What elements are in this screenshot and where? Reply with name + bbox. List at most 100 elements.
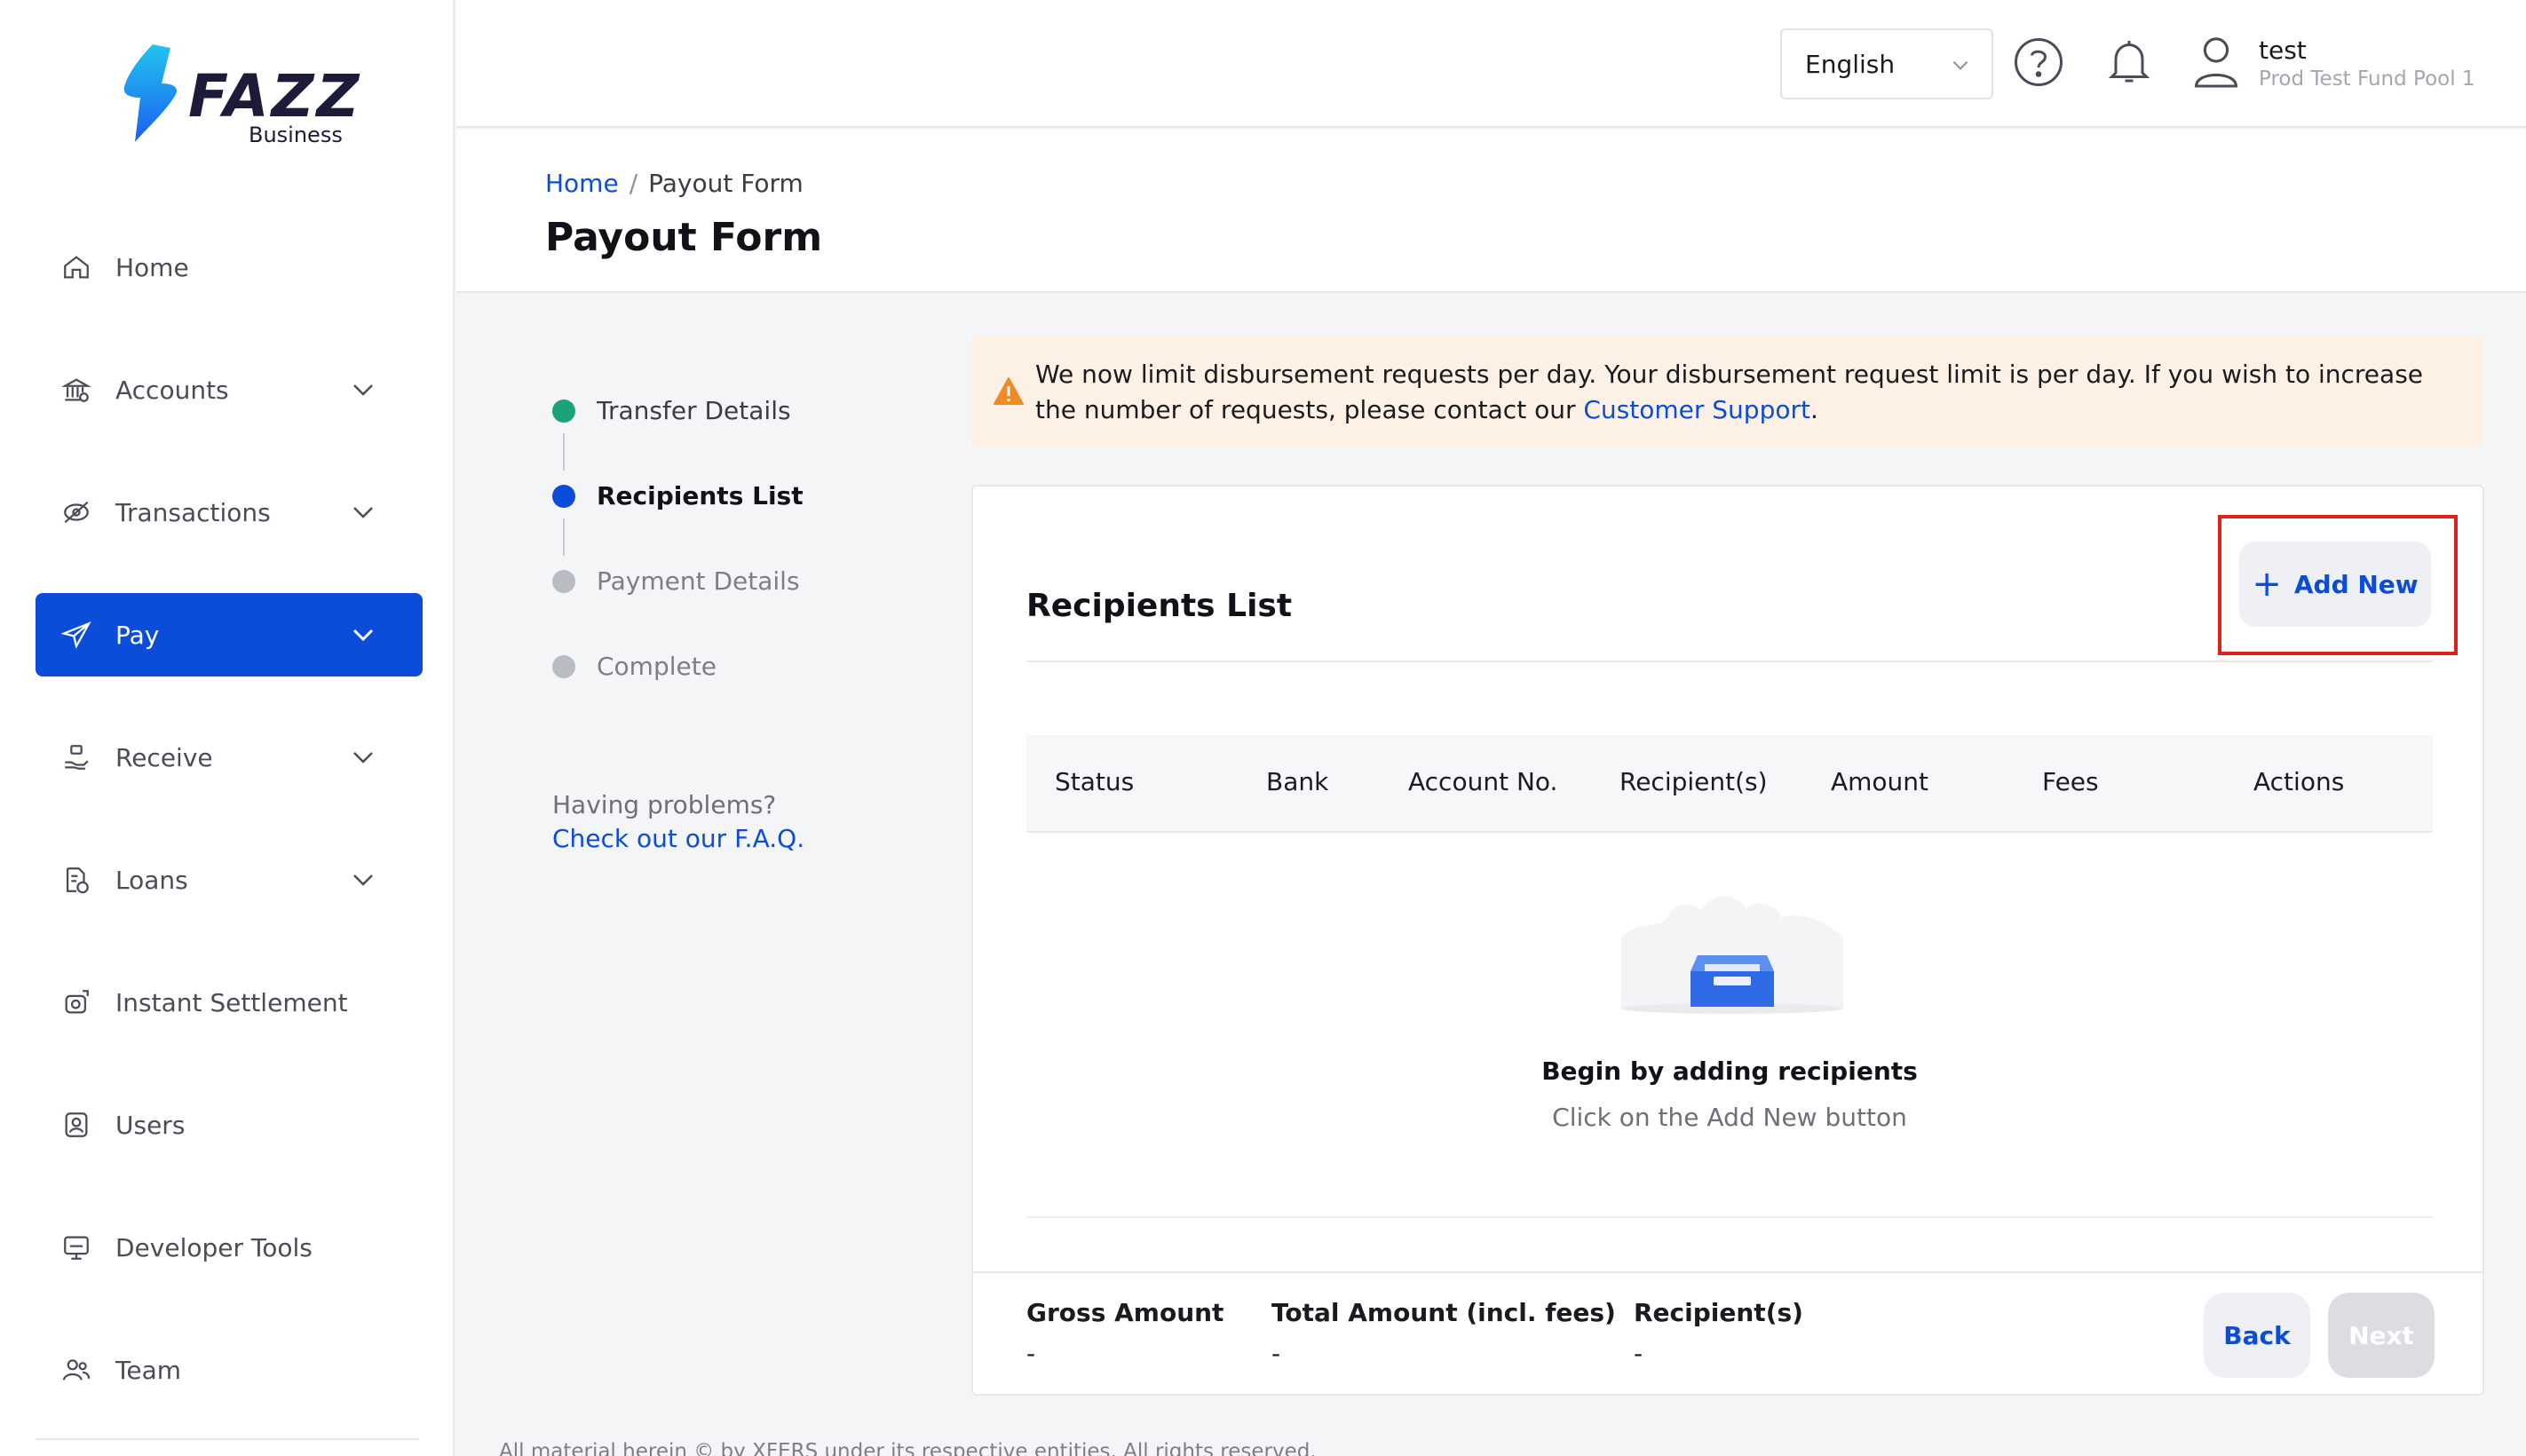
total-amount-label: Total Amount (incl. fees): [1271, 1298, 1616, 1327]
empty-box-illustration: [1621, 896, 1843, 1014]
sidebar-item-home[interactable]: Home: [36, 226, 423, 309]
fazz-logo[interactable]: FAZZ Business: [119, 43, 359, 149]
sidebar-item-instant-settlement[interactable]: Instant Settlement: [36, 961, 423, 1044]
breadcrumb: Home / Payout Form: [545, 169, 804, 198]
faq-link[interactable]: Check out our F.A.Q.: [552, 824, 804, 853]
summary-divider: [973, 1271, 2482, 1273]
gross-amount-label: Gross Amount: [1026, 1298, 1224, 1327]
gross-amount-value: -: [1026, 1339, 1036, 1368]
empty-state-subtitle: Click on the Add New button: [1552, 1103, 1907, 1132]
step-payment-details: Payment Details: [552, 566, 800, 596]
sidebar-item-label: Loans: [115, 865, 188, 895]
customer-support-link[interactable]: Customer Support: [1583, 395, 1810, 424]
step-done-dot: [552, 399, 575, 423]
bell-icon[interactable]: [2102, 36, 2156, 89]
column-header-account-no: Account No.: [1408, 767, 1558, 796]
breadcrumb-current: Payout Form: [648, 169, 804, 198]
team-icon: [60, 1354, 92, 1386]
step-label: Recipients List: [597, 481, 804, 510]
sidebar-item-label: Receive: [115, 742, 213, 772]
sidebar-item-team[interactable]: Team: [36, 1328, 423, 1412]
limit-alert: We now limit disbursement requests per d…: [971, 336, 2482, 447]
empty-state-title: Begin by adding recipients: [1541, 1056, 1918, 1086]
recipients-list-title: Recipients List: [1026, 588, 1293, 624]
brand-subtitle: Business: [249, 123, 343, 147]
highlight-box: [2218, 515, 2458, 655]
paper-plane-icon: [60, 619, 92, 651]
column-header-fees: Fees: [2042, 767, 2099, 796]
recipients-count-label: Recipient(s): [1634, 1298, 1803, 1327]
sidebar-item-users[interactable]: Users: [36, 1083, 423, 1167]
sidebar-item-accounts[interactable]: Accounts: [36, 348, 423, 431]
lightning-bolt-icon: [123, 44, 178, 142]
column-header-recipients: Recipient(s): [1619, 767, 1768, 796]
document-money-icon: [60, 864, 92, 896]
step-transfer-details: Transfer Details: [552, 396, 791, 425]
page-title: Payout Form: [545, 215, 823, 260]
step-label: Transfer Details: [597, 396, 791, 425]
sidebar-item-label: Instant Settlement: [115, 987, 348, 1017]
step-pending-dot: [552, 654, 575, 678]
chevron-down-icon: [353, 752, 373, 764]
sidebar-item-label: Pay: [115, 620, 160, 650]
sidebar: FAZZ Business Home Accounts Transactions…: [0, 0, 455, 1456]
chevron-down-icon: [352, 629, 374, 642]
help-icon[interactable]: [2012, 36, 2065, 89]
page-header: Home / Payout Form Payout Form: [456, 130, 2526, 293]
step-pending-dot: [552, 569, 575, 593]
chevron-down-icon: [1952, 61, 1968, 70]
column-header-actions: Actions: [2253, 767, 2345, 796]
column-header-amount: Amount: [1831, 767, 1929, 796]
step-connector: [563, 433, 565, 471]
breadcrumb-home-link[interactable]: Home: [545, 169, 619, 198]
recipients-table-header: Status Bank Account No. Recipient(s) Amo…: [1026, 735, 2433, 833]
users-icon: [60, 1109, 92, 1141]
user-avatar-icon[interactable]: [2191, 34, 2241, 89]
brand-name: FAZZ: [188, 62, 362, 131]
column-header-status: Status: [1055, 767, 1135, 796]
language-select[interactable]: English: [1780, 28, 1993, 99]
back-button[interactable]: Back: [2204, 1293, 2310, 1378]
user-name[interactable]: test: [2259, 36, 2307, 65]
step-complete: Complete: [552, 652, 717, 681]
footer-copyright: All material herein © by XFERS under its…: [499, 1440, 1317, 1456]
sidebar-item-developer-tools[interactable]: Developer Tools: [36, 1206, 423, 1289]
sidebar-item-loans[interactable]: Loans: [36, 838, 423, 922]
settlement-icon: [60, 986, 92, 1018]
sidebar-item-label: Accounts: [115, 375, 229, 405]
step-connector: [563, 518, 565, 556]
sidebar-item-label: Home: [115, 252, 189, 282]
table-bottom-border: [1026, 1216, 2433, 1218]
card-divider: [1026, 661, 2433, 662]
sidebar-divider: [36, 1438, 419, 1440]
next-button[interactable]: Next: [2328, 1293, 2435, 1378]
step-recipients-list: Recipients List: [552, 481, 804, 510]
sidebar-item-transactions[interactable]: Transactions: [36, 471, 423, 554]
sidebar-item-label: Team: [115, 1355, 182, 1385]
home-icon: [60, 251, 92, 283]
step-current-dot: [552, 484, 575, 508]
help-text: Having problems?: [552, 790, 777, 819]
alert-message: We now limit disbursement requests per d…: [1035, 357, 2465, 428]
chevron-down-icon: [353, 384, 373, 396]
chevron-down-icon: [353, 874, 373, 886]
warning-icon: [994, 377, 1024, 405]
breadcrumb-separator: /: [629, 169, 638, 198]
column-header-bank: Bank: [1266, 767, 1329, 796]
step-label: Complete: [597, 652, 717, 681]
sidebar-item-label: Developer Tools: [115, 1232, 313, 1262]
chevron-down-icon: [353, 507, 373, 518]
alert-text-end: .: [1809, 395, 1818, 424]
recipients-count-value: -: [1634, 1339, 1643, 1368]
language-value: English: [1805, 49, 1896, 79]
sidebar-item-pay[interactable]: Pay: [36, 593, 423, 677]
step-label: Payment Details: [597, 566, 800, 596]
sidebar-item-label: Users: [115, 1110, 186, 1140]
total-amount-value: -: [1271, 1339, 1281, 1368]
bank-icon: [60, 374, 92, 406]
top-header: English test Prod Test Fund Pool 1: [456, 0, 2526, 128]
sidebar-item-receive[interactable]: Receive: [36, 716, 423, 799]
recipients-card: Recipients List + Add New Status Bank Ac…: [971, 485, 2484, 1396]
user-organization: Prod Test Fund Pool 1: [2259, 67, 2475, 91]
transactions-icon: [60, 496, 92, 528]
